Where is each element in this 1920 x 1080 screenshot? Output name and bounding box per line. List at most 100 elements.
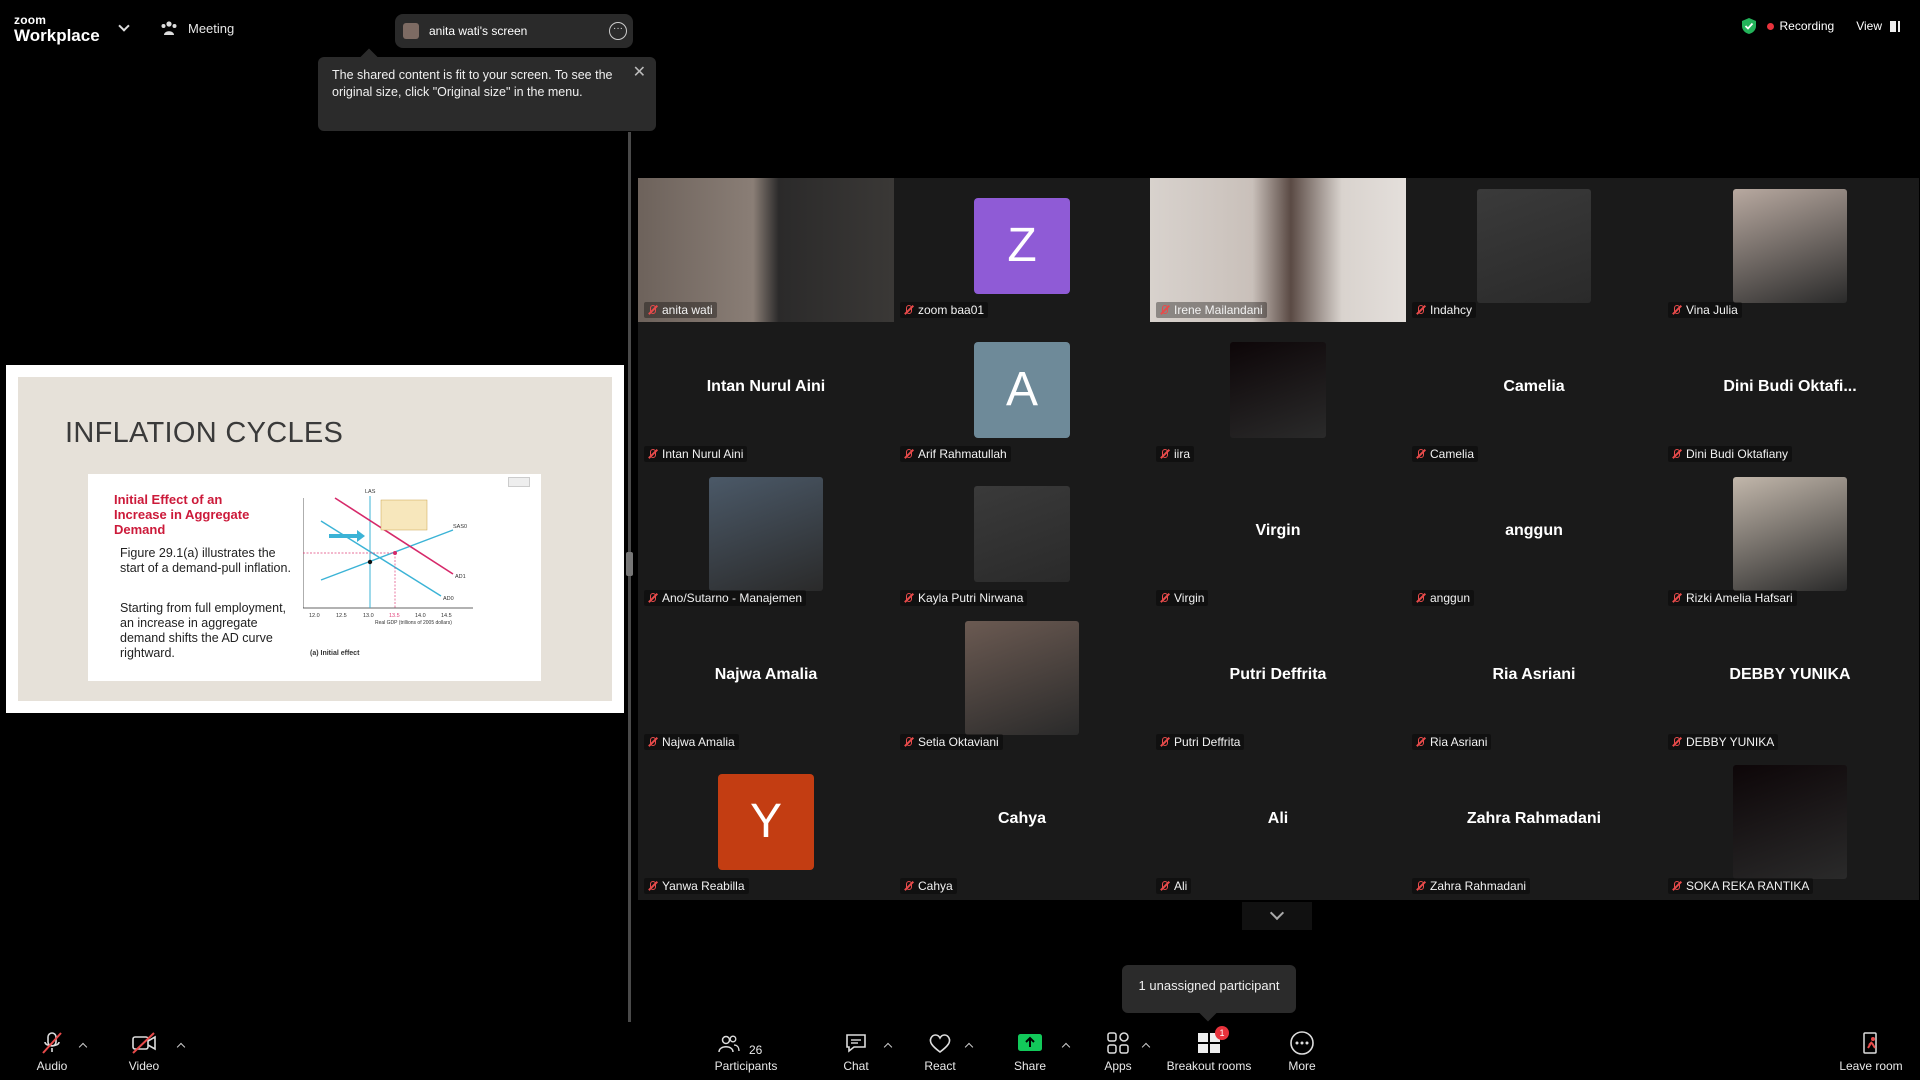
view-button[interactable]: View xyxy=(1856,19,1900,33)
share-screen-pill[interactable]: anita wati's screen ··· xyxy=(395,14,633,48)
participant-display-name: Ali xyxy=(1267,810,1289,827)
zoom-logo[interactable]: zoom Workplace xyxy=(14,14,100,44)
participant-profile-photo xyxy=(1230,342,1326,438)
react-options-caret-icon[interactable] xyxy=(964,1042,974,1052)
react-button[interactable]: React xyxy=(924,1022,956,1080)
tooltip-text: The shared content is fit to your screen… xyxy=(332,68,613,99)
participant-tile[interactable]: SOKA REKA RANTIKA xyxy=(1662,754,1918,898)
mic-muted-icon xyxy=(1158,736,1170,748)
participant-tile[interactable]: Zzoom baa01 xyxy=(894,178,1150,322)
x-tick: 12.5 xyxy=(336,613,347,619)
leave-door-icon xyxy=(1857,1030,1885,1056)
participant-display-name: Intan Nurul Aini xyxy=(706,378,826,395)
participant-tile[interactable]: anggun anggun xyxy=(1406,466,1662,610)
split-divider[interactable] xyxy=(626,132,633,1022)
mic-muted-icon xyxy=(646,736,658,748)
more-button[interactable]: More xyxy=(1286,1022,1318,1080)
participant-tile[interactable]: Setia Oktaviani xyxy=(894,610,1150,754)
participants-button[interactable]: 26 Participants xyxy=(712,1022,780,1080)
participant-tile[interactable]: Irene Mailandani xyxy=(1150,178,1406,322)
participant-tile[interactable]: Ano/Sutarno - Manajemen xyxy=(638,466,894,610)
equilibrium-point xyxy=(367,559,373,565)
breakout-tooltip: 1 unassigned participant xyxy=(1122,965,1296,1013)
security-shield-icon[interactable] xyxy=(1741,17,1757,35)
apps-options-caret-icon[interactable] xyxy=(1141,1042,1151,1052)
participant-display-name: Ria Asriani xyxy=(1492,666,1576,683)
participant-tile[interactable]: Y Yanwa Reabilla xyxy=(638,754,894,898)
share-label: Share xyxy=(1013,1058,1047,1073)
participant-tile[interactable]: Ria Asriani Ria Asriani xyxy=(1406,610,1662,754)
participant-tile[interactable]: Kayla Putri Nirwana xyxy=(894,466,1150,610)
participant-name-label: Irene Mailandani xyxy=(1156,302,1267,318)
mic-muted-icon xyxy=(1414,304,1426,316)
meeting-menu[interactable]: Meeting xyxy=(160,20,234,36)
participant-tile[interactable]: iira xyxy=(1150,322,1406,466)
more-options-icon[interactable]: ··· xyxy=(609,22,627,40)
share-button[interactable]: Share xyxy=(1014,1022,1046,1080)
participant-tile[interactable]: Rizki Amelia Hafsari xyxy=(1662,466,1918,610)
recording-indicator[interactable]: Recording xyxy=(1766,19,1834,33)
participant-name-label: Putri Deffrita xyxy=(1156,734,1245,750)
participant-display-name: Camelia xyxy=(1503,378,1565,395)
mic-muted-icon xyxy=(1670,304,1682,316)
mic-muted-icon xyxy=(1670,592,1682,604)
participant-tile[interactable]: Putri Deffrita Putri Deffrita xyxy=(1150,610,1406,754)
share-screen-icon xyxy=(1016,1030,1044,1056)
gallery-scroll-down-button[interactable] xyxy=(1242,902,1312,930)
close-icon[interactable]: ✕ xyxy=(633,64,646,81)
mic-muted-icon xyxy=(646,592,658,604)
participant-tile[interactable]: anita wati xyxy=(638,178,894,322)
video-button[interactable]: Video xyxy=(128,1022,160,1080)
participant-tile[interactable]: Vina Julia xyxy=(1662,178,1918,322)
sas-label: SAS0 xyxy=(453,524,467,530)
participant-display-name: Dini Budi Oktafi... xyxy=(1723,378,1857,395)
ad1-label: AD1 xyxy=(455,574,466,580)
mic-muted-icon xyxy=(1670,448,1682,460)
chat-options-caret-icon[interactable] xyxy=(883,1042,893,1052)
las-label: LAS xyxy=(365,489,376,495)
participant-tile[interactable]: Zahra Rahmadani Zahra Rahmadani xyxy=(1406,754,1662,898)
video-options-caret-icon[interactable] xyxy=(176,1042,186,1052)
participant-profile-photo xyxy=(1733,189,1847,303)
participant-tile[interactable]: Ali Ali xyxy=(1150,754,1406,898)
participant-tile[interactable]: Cahya Cahya xyxy=(894,754,1150,898)
participant-name: Arif Rahmatullah xyxy=(918,447,1007,461)
audio-options-caret-icon[interactable] xyxy=(78,1042,88,1052)
apps-icon xyxy=(1104,1030,1132,1056)
mic-muted-icon xyxy=(902,592,914,604)
meeting-label: Meeting xyxy=(188,20,235,36)
mic-muted-icon xyxy=(1670,880,1682,892)
mic-muted-icon xyxy=(902,880,914,892)
leave-room-button[interactable]: Leave room xyxy=(1836,1022,1906,1080)
participant-name: Rizki Amelia Hafsari xyxy=(1686,591,1793,605)
participant-tile[interactable]: Indahcy xyxy=(1406,178,1662,322)
chevron-down-icon[interactable] xyxy=(118,20,130,32)
share-options-caret-icon[interactable] xyxy=(1061,1042,1071,1052)
participant-name-label: zoom baa01 xyxy=(900,302,989,318)
participant-name: Setia Oktaviani xyxy=(918,735,999,749)
participant-tile[interactable]: Najwa Amalia Najwa Amalia xyxy=(638,610,894,754)
participant-name-label: Dini Budi Oktafiany xyxy=(1668,446,1793,462)
participant-name-label: Arif Rahmatullah xyxy=(900,446,1011,462)
participant-display-name: Cahya xyxy=(997,810,1047,827)
apps-button[interactable]: Apps xyxy=(1104,1022,1132,1080)
participants-icon: 26 xyxy=(716,1030,776,1057)
participant-name: Indahcy xyxy=(1430,303,1473,317)
participant-tile[interactable]: Camelia Camelia xyxy=(1406,322,1662,466)
breakout-rooms-button[interactable]: 1 Breakout rooms xyxy=(1164,1022,1254,1080)
participant-name-label: Kayla Putri Nirwana xyxy=(900,590,1028,606)
participant-tile[interactable]: Virgin Virgin xyxy=(1150,466,1406,610)
participant-name-label: anggun xyxy=(1412,590,1475,606)
participant-tile[interactable]: Intan Nurul Aini Intan Nurul Aini xyxy=(638,322,894,466)
participant-tile[interactable]: A Arif Rahmatullah xyxy=(894,322,1150,466)
divider-handle[interactable] xyxy=(626,552,633,576)
audio-button[interactable]: Audio xyxy=(36,1022,68,1080)
participant-profile-photo xyxy=(1477,189,1591,303)
participant-name-label: Vina Julia xyxy=(1668,302,1742,318)
ad-as-graph: 130 125 120 115 113 110 100 12.0 12.5 13… xyxy=(303,489,473,626)
participant-name-label: Ria Asriani xyxy=(1412,734,1492,750)
participant-tile[interactable]: Dini Budi Oktafi... Dini Budi Oktafiany xyxy=(1662,322,1918,466)
chat-button[interactable]: Chat xyxy=(842,1022,870,1080)
participant-name: Ria Asriani xyxy=(1430,735,1488,749)
participant-tile[interactable]: DEBBY YUNIKA DEBBY YUNIKA xyxy=(1662,610,1918,754)
